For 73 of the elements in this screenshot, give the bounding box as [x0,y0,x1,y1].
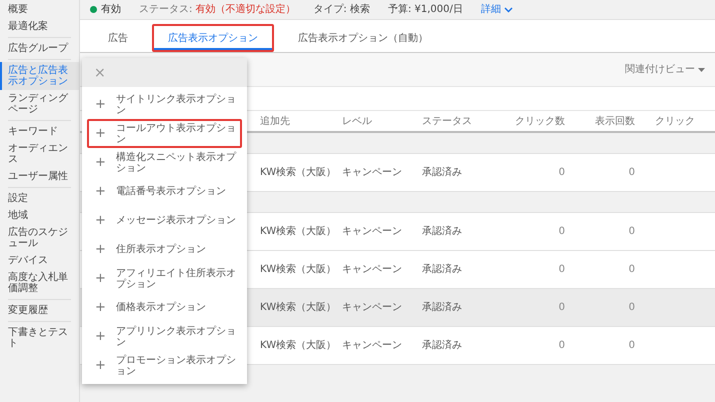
menu-item-label: 構造化スニペット表示オプション [116,152,236,174]
plus-icon: + [95,98,106,111]
table-cell-text: KW検索（大阪） [260,262,338,277]
sidebar-item[interactable]: 変更履歴 [0,302,79,319]
table-cell-text: KW検索（大阪） [260,166,338,180]
plus-icon: + [95,127,106,140]
details-link[interactable]: 詳細 [480,2,513,17]
column-header[interactable]: クリック数 [500,114,565,128]
table-cell-text: 0 [628,225,635,239]
table-cell-text: キャンペーン [342,225,403,239]
table-cell-text: 0 [628,301,635,315]
status-label: ステータス: [139,3,192,17]
sidebar-item[interactable]: 下書きとテスト [0,324,79,352]
menu-item-label: サイトリンク表示オプション [116,94,236,116]
table-cell-text: 0 [558,339,565,353]
table-cell-text: KW検索（大阪） [260,338,338,353]
sidebar-item[interactable]: 広告グループ [0,40,79,57]
table-cell-text: 承認済み [422,166,463,180]
status-value: 有効（不適切な設定） [195,2,296,17]
table-cell-text: 0 [558,301,565,315]
sidebar-item[interactable]: オーディエンス [0,140,79,168]
plus-icon: + [95,156,106,169]
table-cell-text: 承認済み [422,338,463,353]
column-header[interactable]: クリック [635,114,695,128]
chevron-down-icon [504,6,513,12]
sidebar-item[interactable]: 最適化案 [0,18,79,35]
table-cell-text: 承認済み [422,300,463,315]
plus-icon: + [95,330,106,343]
table-cell-text: 承認済み [422,262,463,277]
menu-item-label: メッセージ表示オプション [116,215,236,226]
tab[interactable]: 広告表示オプション [152,24,274,52]
type-text: タイプ: 検索 [313,2,370,17]
table-cell-text: KW検索（大阪） [260,224,338,239]
sidebar-item[interactable]: 概要 [0,1,79,18]
column-header[interactable]: ステータス [422,114,500,128]
table-cell-text: 0 [628,166,635,180]
menu-item[interactable]: + 価格表示オプション [87,293,242,322]
sidebar-item[interactable]: デバイス [0,252,79,269]
menu-item-label: アプリリンク表示オプション [116,326,236,348]
sidebar-item[interactable]: ランディングページ [0,90,79,118]
table-cell-text: 承認済み [422,224,463,239]
table-cell-text: キャンペーン [342,263,403,277]
menu-item-label: コールアウト表示オプション [116,122,236,144]
menu-item-label: 価格表示オプション [116,302,206,313]
sidebar-item[interactable]: 設定 [0,190,79,207]
table-cell-text: 0 [558,225,565,239]
table-cell-text: 0 [558,166,565,180]
sidebar-item[interactable]: キーワード [0,123,79,140]
tab[interactable]: 広告表示オプション（自動） [282,24,444,52]
table-cell-text: 0 [558,263,565,277]
sidebar-item[interactable]: 広告のスケジュール [0,224,79,252]
status-text: 有効 [101,2,121,17]
sidebar-item[interactable]: 高度な入札単価調整 [0,269,79,297]
table-cell-text: キャンペーン [342,339,403,353]
dropdown-caret-icon [698,68,705,72]
table-cell-text: 0 [628,263,635,277]
sidebar-item[interactable]: ユーザー属性 [0,168,79,185]
plus-icon: + [95,301,106,314]
table-cell-text: 0 [628,339,635,353]
budget-text: 予算: ¥1,000/日 [388,3,463,17]
tab[interactable]: 広告 [92,24,144,52]
menu-item-label: アフィリエイト住所表示オプション [116,268,236,290]
column-header[interactable]: 追加先 [260,114,342,128]
table-cell-text: キャンペーン [342,166,403,180]
view-selector[interactable]: 関連付けビュー [625,62,705,77]
sidebar-item[interactable]: 広告と広告表示オプション [0,62,79,90]
column-header[interactable]: レベル [342,114,422,128]
sidebar-item[interactable]: 地域 [0,207,79,224]
column-header[interactable]: 表示回数 [565,114,635,128]
plus-icon: + [95,214,106,227]
table-cell-text: KW検索（大阪） [260,300,338,315]
table-cell-text: キャンペーン [342,301,403,315]
plus-icon: + [95,272,106,285]
